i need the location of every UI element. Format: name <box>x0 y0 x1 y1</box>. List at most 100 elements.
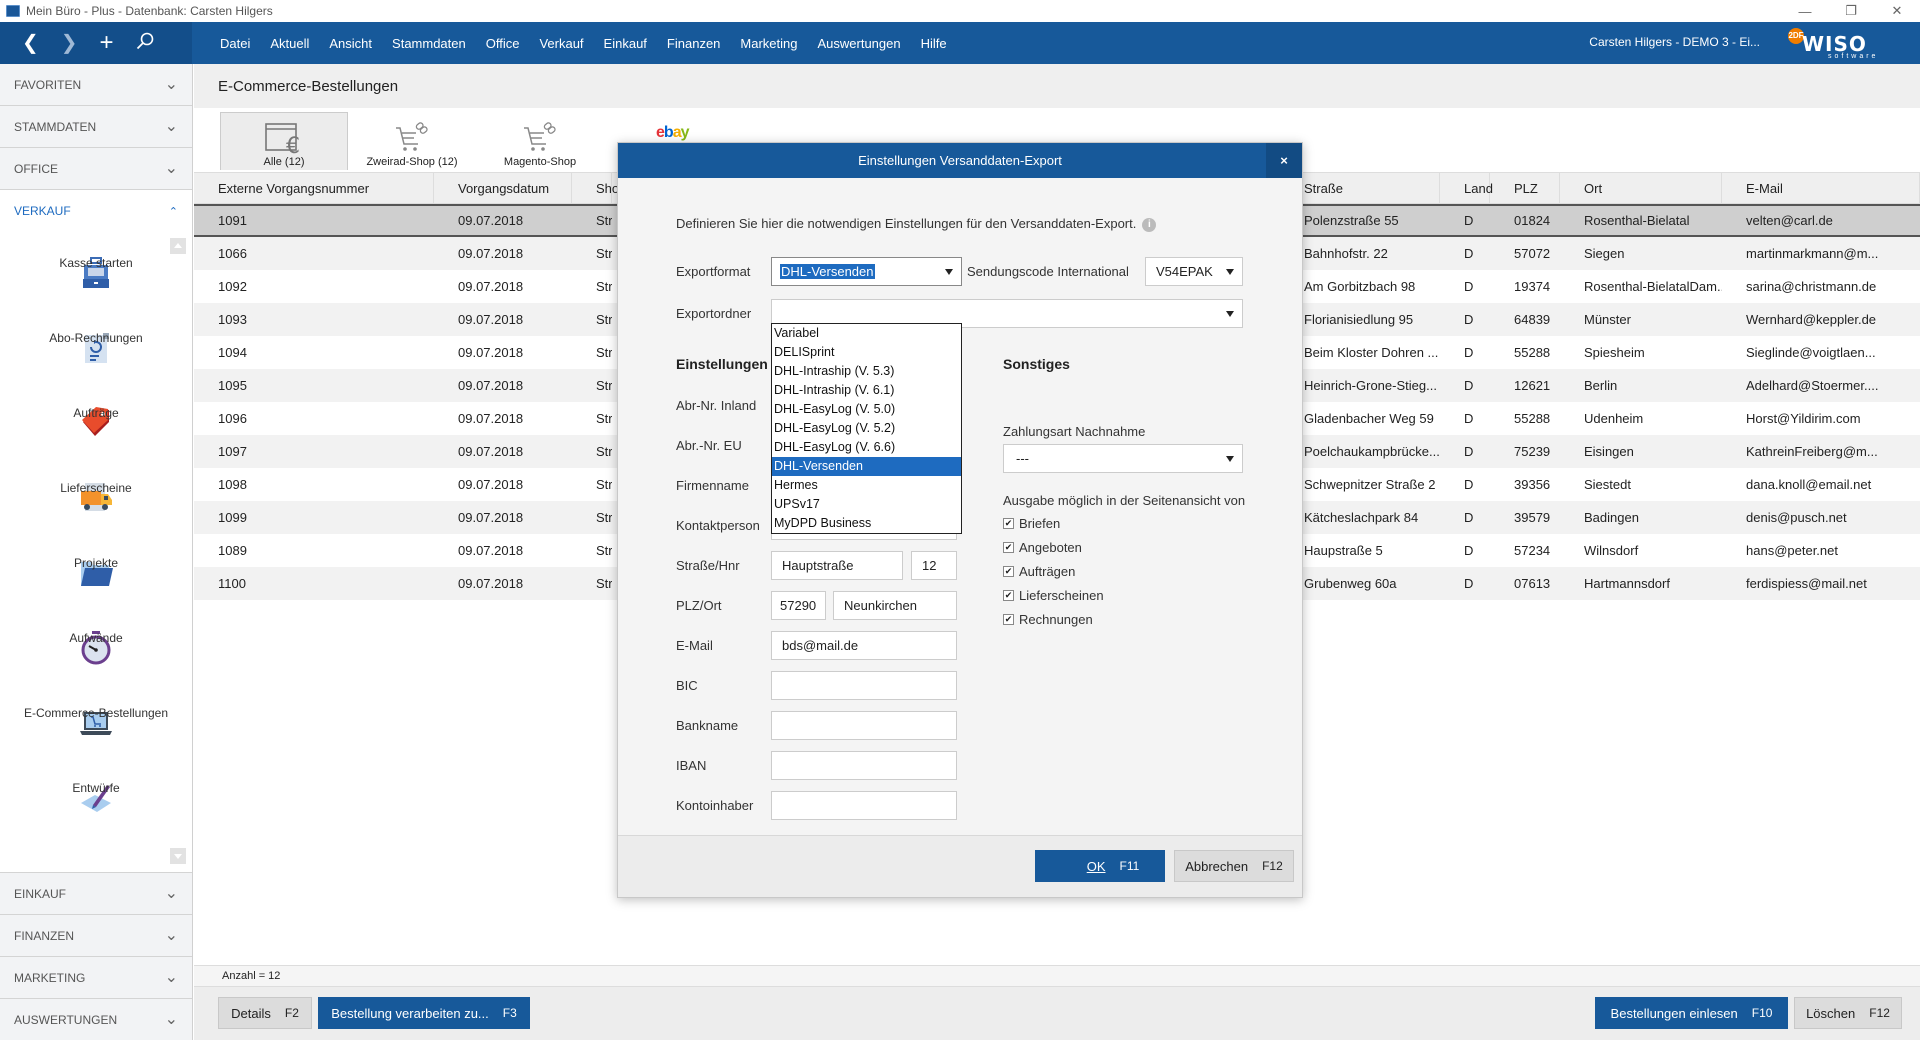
checkbox-box[interactable]: ✔ <box>1003 542 1014 553</box>
column-header-datum[interactable]: Vorgangsdatum <box>434 173 572 205</box>
menu-item-finanzen[interactable]: Finanzen <box>657 36 730 51</box>
cell-land: D <box>1464 213 1474 228</box>
details-button[interactable]: Details F2 <box>218 997 312 1029</box>
exportformat-option[interactable]: DHL-Intraship (V. 6.1) <box>772 381 961 400</box>
close-window-button[interactable]: ✕ <box>1874 0 1920 22</box>
exportformat-option[interactable]: DHL-Versenden <box>772 457 961 476</box>
checkbox-angeboten[interactable]: ✔ Angeboten <box>1003 540 1082 555</box>
plz-field[interactable]: 57290 <box>771 591 826 620</box>
sidebar-item-aufträge[interactable]: Aufträge <box>0 398 192 473</box>
cell-email: Horst@Yildirim.com <box>1746 411 1861 426</box>
checkbox-box[interactable]: ✔ <box>1003 566 1014 577</box>
bic-label: BIC <box>676 678 698 693</box>
scroll-down-button[interactable] <box>170 848 186 864</box>
dialog-close-button[interactable]: × <box>1266 143 1302 178</box>
hausnummer-field[interactable]: 12 <box>911 551 957 580</box>
column-header-plz[interactable]: PLZ <box>1490 173 1560 205</box>
checkbox-aufträgen[interactable]: ✔ Aufträgen <box>1003 564 1075 579</box>
exportformat-option[interactable]: DHL-Intraship (V. 5.3) <box>772 362 961 381</box>
iban-field[interactable] <box>771 751 957 780</box>
column-header-land[interactable]: Land <box>1440 173 1493 205</box>
add-icon[interactable]: + <box>100 31 114 55</box>
ort-field[interactable]: Neunkirchen <box>833 591 957 620</box>
checkbox-box[interactable]: ✔ <box>1003 518 1014 529</box>
cell-email: Wernhard@keppler.de <box>1746 312 1877 327</box>
cancel-button[interactable]: Abbrechen F12 <box>1174 850 1294 882</box>
scroll-up-button[interactable] <box>170 238 186 254</box>
minimize-button[interactable]: — <box>1782 0 1828 22</box>
tab-magento-shop[interactable]: Magento-Shop <box>476 112 604 170</box>
menu-item-auswertungen[interactable]: Auswertungen <box>807 36 910 51</box>
sidebar-section-office[interactable]: OFFICE ⌄ <box>0 148 192 190</box>
sidebar-item-lieferscheine[interactable]: Lieferscheine <box>0 473 192 548</box>
forward-icon[interactable]: ❯ <box>61 33 78 53</box>
nachnahme-label: Zahlungsart Nachnahme <box>1003 424 1146 439</box>
sidebar-section-marketing[interactable]: MARKETING ⌄ <box>0 956 192 998</box>
email-field[interactable]: bds@mail.de <box>771 631 957 660</box>
sidebar-item-entwürfe[interactable]: Entwürfe <box>0 773 192 848</box>
tab-zweirad-shop[interactable]: Zweirad-Shop (12) <box>348 112 476 170</box>
exportformat-option[interactable]: DHL-EasyLog (V. 6.6) <box>772 438 961 457</box>
sendungscode-select[interactable]: V54EPAK <box>1145 257 1243 286</box>
sidebar-section-stammdaten[interactable]: STAMMDATEN ⌄ <box>0 106 192 148</box>
exportformat-option[interactable]: Variabel <box>772 324 961 343</box>
sidebar-section-einkauf[interactable]: EINKAUF ⌄ <box>0 872 192 914</box>
menu-item-datei[interactable]: Datei <box>210 36 260 51</box>
iban-label: IBAN <box>676 758 707 773</box>
column-header-nr[interactable]: Externe Vorgangsnummer <box>194 173 434 205</box>
menu-item-office[interactable]: Office <box>476 36 530 51</box>
cell-ort: Badingen <box>1584 510 1639 525</box>
exportformat-option[interactable]: DELISprint <box>772 343 961 362</box>
restore-button[interactable]: ❐ <box>1828 0 1874 22</box>
bankname-field[interactable] <box>771 711 957 740</box>
menu-item-stammdaten[interactable]: Stammdaten <box>382 36 476 51</box>
menu-item-hilfe[interactable]: Hilfe <box>911 36 957 51</box>
sidebar-item-aufwände[interactable]: Aufwände <box>0 623 192 698</box>
sidebar-item-e-commerce-bestellungen[interactable]: E-Commerce-Bestellungen <box>0 698 192 773</box>
sidebar-section-auswertungen[interactable]: AUSWERTUNGEN ⌄ <box>0 998 192 1040</box>
search-icon[interactable] <box>136 32 154 54</box>
menu-item-ansicht[interactable]: Ansicht <box>319 36 382 51</box>
exportformat-select[interactable]: DHL-Versenden <box>771 257 962 286</box>
back-icon[interactable]: ❮ <box>22 33 39 53</box>
exportformat-option[interactable]: DHL-EasyLog (V. 5.0) <box>772 400 961 419</box>
column-header-email[interactable]: E-Mail <box>1722 173 1920 205</box>
column-header-strasse[interactable]: Straße <box>1280 173 1440 205</box>
sidebar-section-favoriten[interactable]: FAVORITEN ⌄ <box>0 64 192 106</box>
bankname-label: Bankname <box>676 718 739 733</box>
tab-ebay[interactable]: ebay <box>656 124 689 142</box>
import-orders-button[interactable]: Bestellungen einlesen F10 <box>1595 997 1788 1029</box>
menu-item-marketing[interactable]: Marketing <box>730 36 807 51</box>
process-order-button[interactable]: Bestellung verarbeiten zu... F3 <box>318 997 530 1029</box>
nachnahme-value: --- <box>1016 451 1029 466</box>
menu-item-aktuell[interactable]: Aktuell <box>260 36 319 51</box>
exportformat-option[interactable]: DHL-EasyLog (V. 5.2) <box>772 419 961 438</box>
column-header-shop[interactable]: Sho <box>572 173 619 205</box>
exportformat-option[interactable]: UPSv17 <box>772 495 961 514</box>
delete-button[interactable]: Löschen F12 <box>1794 997 1902 1029</box>
kontoinhaber-field[interactable] <box>771 791 957 820</box>
exportformat-option[interactable]: Hermes <box>772 476 961 495</box>
tab-alle[interactable]: € Alle (12) <box>220 112 348 170</box>
sidebar-item-abo-rechnungen[interactable]: Abo-Rechnungen <box>0 323 192 398</box>
info-icon[interactable]: i <box>1142 217 1157 232</box>
sidebar-item-label: Kasse starten <box>59 256 133 270</box>
exportformat-option[interactable]: MyDPD Business <box>772 514 961 533</box>
menu-item-einkauf[interactable]: Einkauf <box>594 36 657 51</box>
checkbox-lieferscheinen[interactable]: ✔ Lieferscheinen <box>1003 588 1104 603</box>
sidebar-section-verkauf[interactable]: VERKAUF ⌃ <box>0 190 192 232</box>
sidebar-section-finanzen[interactable]: FINANZEN ⌄ <box>0 914 192 956</box>
button-label: Bestellung verarbeiten zu... <box>331 1005 489 1021</box>
nachnahme-select[interactable]: --- <box>1003 444 1243 473</box>
bic-field[interactable] <box>771 671 957 700</box>
checkbox-box[interactable]: ✔ <box>1003 590 1014 601</box>
menu-item-verkauf[interactable]: Verkauf <box>529 36 593 51</box>
sidebar-item-projekte[interactable]: Projekte <box>0 548 192 623</box>
checkbox-rechnungen[interactable]: ✔ Rechnungen <box>1003 612 1093 627</box>
column-header-ort[interactable]: Ort <box>1560 173 1722 205</box>
sidebar-item-kasse-starten[interactable]: Kasse starten <box>0 248 192 323</box>
ok-button[interactable]: OK F11 <box>1035 850 1165 882</box>
checkbox-briefen[interactable]: ✔ Briefen <box>1003 516 1060 531</box>
checkbox-box[interactable]: ✔ <box>1003 614 1014 625</box>
strasse-field[interactable]: Hauptstraße <box>771 551 903 580</box>
